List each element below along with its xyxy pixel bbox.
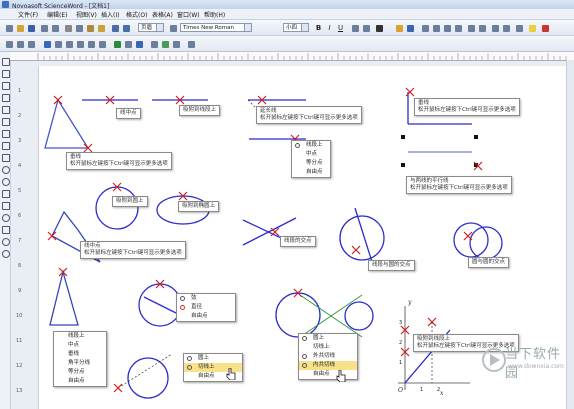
triangle-context-menu: 线段上 中点 垂线 角平分线 等分点 自由点 xyxy=(53,331,107,387)
circle-context-menu: 弦 直径 自由点 xyxy=(176,293,236,322)
menu-item-perpendicular[interactable]: 垂线 xyxy=(54,350,106,359)
tooltip-snap-to-circle: 吸附到圆上 xyxy=(112,196,148,207)
menu-item-angle-bisector[interactable]: 角平分线 xyxy=(54,359,106,368)
menu-item-free-point[interactable]: 自由点 xyxy=(292,168,330,177)
axis-origin-label: O xyxy=(398,387,403,394)
circle-shape[interactable] xyxy=(453,222,489,258)
axis-tick-label: 1 xyxy=(399,360,402,366)
chord-icon xyxy=(180,296,185,301)
tooltip-circle-circle-intersection: 圆与圆的交点 xyxy=(468,257,510,268)
menu-item-chord[interactable]: 弦 xyxy=(177,294,235,303)
tooltip-perpendicular: 垂线 松开鼠标左键按下Ctrl键可显示更多选项 xyxy=(66,152,172,170)
tooltip-snap-to-ellipse: 吸附到椭圆上 xyxy=(178,201,220,212)
tooltip-parallel: 与两线的平行线 松开鼠标左键按下Ctrl键可显示更多选项 xyxy=(406,176,512,194)
axis-x-label: x xyxy=(440,390,444,397)
menu-item-free-point[interactable]: 自由点 xyxy=(177,312,235,321)
segment-context-menu: 线段上 中点 等分点 自由点 xyxy=(291,140,331,178)
menu-item-free-point[interactable]: 自由点 xyxy=(299,370,357,379)
circle-shape[interactable] xyxy=(127,357,169,399)
selection-handle[interactable] xyxy=(401,163,405,167)
triangle-shape[interactable] xyxy=(49,269,79,326)
dashed-line xyxy=(117,353,173,389)
point-icon xyxy=(295,143,300,148)
selection-handle[interactable] xyxy=(401,135,405,139)
outer-tangent-icon xyxy=(302,354,307,359)
menu-item-on-tangent[interactable]: 切线上 xyxy=(299,343,357,352)
axis-tick-label: 1 xyxy=(420,387,423,393)
chord-line[interactable] xyxy=(143,296,177,314)
triangle-shape[interactable] xyxy=(44,98,90,149)
circle-icon xyxy=(302,336,307,341)
tooltip-line-circle-intersection: 线段与圆的交点 xyxy=(368,260,415,271)
menu-item-diameter[interactable]: 直径 xyxy=(177,303,235,312)
menu-item-inner-tangent[interactable]: 内共切线 xyxy=(299,361,357,370)
menu-item-midpoint[interactable]: 中点 xyxy=(292,150,330,159)
diameter-icon xyxy=(180,305,185,310)
menu-item-on-circle[interactable]: 圆上 xyxy=(299,334,357,343)
menu-item-on-segment[interactable]: 线段上 xyxy=(54,332,106,341)
circle-icon xyxy=(187,356,192,361)
menu-item-on-segment[interactable]: 线段上 xyxy=(292,141,330,150)
selection-handle[interactable] xyxy=(474,135,478,139)
tooltip-segment-midpoint: 线中点 松开鼠标左键按下Ctrl键可显示更多选项 xyxy=(80,241,186,259)
watermark-url: www.downxia.com xyxy=(508,363,564,370)
tooltip-snap-to-line: 吸附到线段上 xyxy=(179,105,221,116)
axis-tick-label: 2 xyxy=(437,387,440,393)
tooltip-line-intersection: 线段的交点 xyxy=(280,236,316,247)
inner-tangent-icon xyxy=(302,363,307,368)
circle-shape[interactable] xyxy=(344,301,374,331)
circle-shape[interactable] xyxy=(275,292,321,338)
tooltip-extend-line: 延长线 松开鼠标左键按下Ctrl键可显示更多选项 xyxy=(256,106,362,124)
hand-cursor-icon xyxy=(226,368,236,380)
tooltip-vertical: 垂线 松开鼠标左键按下Ctrl键可显示更多选项 xyxy=(414,98,520,116)
menu-item-midpoint[interactable]: 中点 xyxy=(54,341,106,350)
menu-item-division-point[interactable]: 等分点 xyxy=(54,368,106,377)
tooltip-line-midpoint: 线中点 xyxy=(116,108,141,119)
menu-item-outer-tangent[interactable]: 外共切线 xyxy=(299,352,357,361)
menu-item-free-point[interactable]: 自由点 xyxy=(54,377,106,386)
watermark-text: 当下软件园 xyxy=(505,347,562,381)
axis-y-label: y xyxy=(407,299,412,306)
axis-tick-label: 2 xyxy=(399,340,402,346)
menu-item-division-point[interactable]: 等分点 xyxy=(292,159,330,168)
circle-shape[interactable] xyxy=(339,215,385,261)
tangent-icon xyxy=(187,365,192,370)
hand-cursor-icon xyxy=(336,370,346,382)
menu-item-on-circle[interactable]: 圆上 xyxy=(184,354,242,363)
circle-shape[interactable] xyxy=(95,186,139,230)
axis-tick-label: 3 xyxy=(399,320,402,326)
two-circle-context-menu: 圆上 切线上 外共切线 内共切线 自由点 xyxy=(298,333,358,380)
